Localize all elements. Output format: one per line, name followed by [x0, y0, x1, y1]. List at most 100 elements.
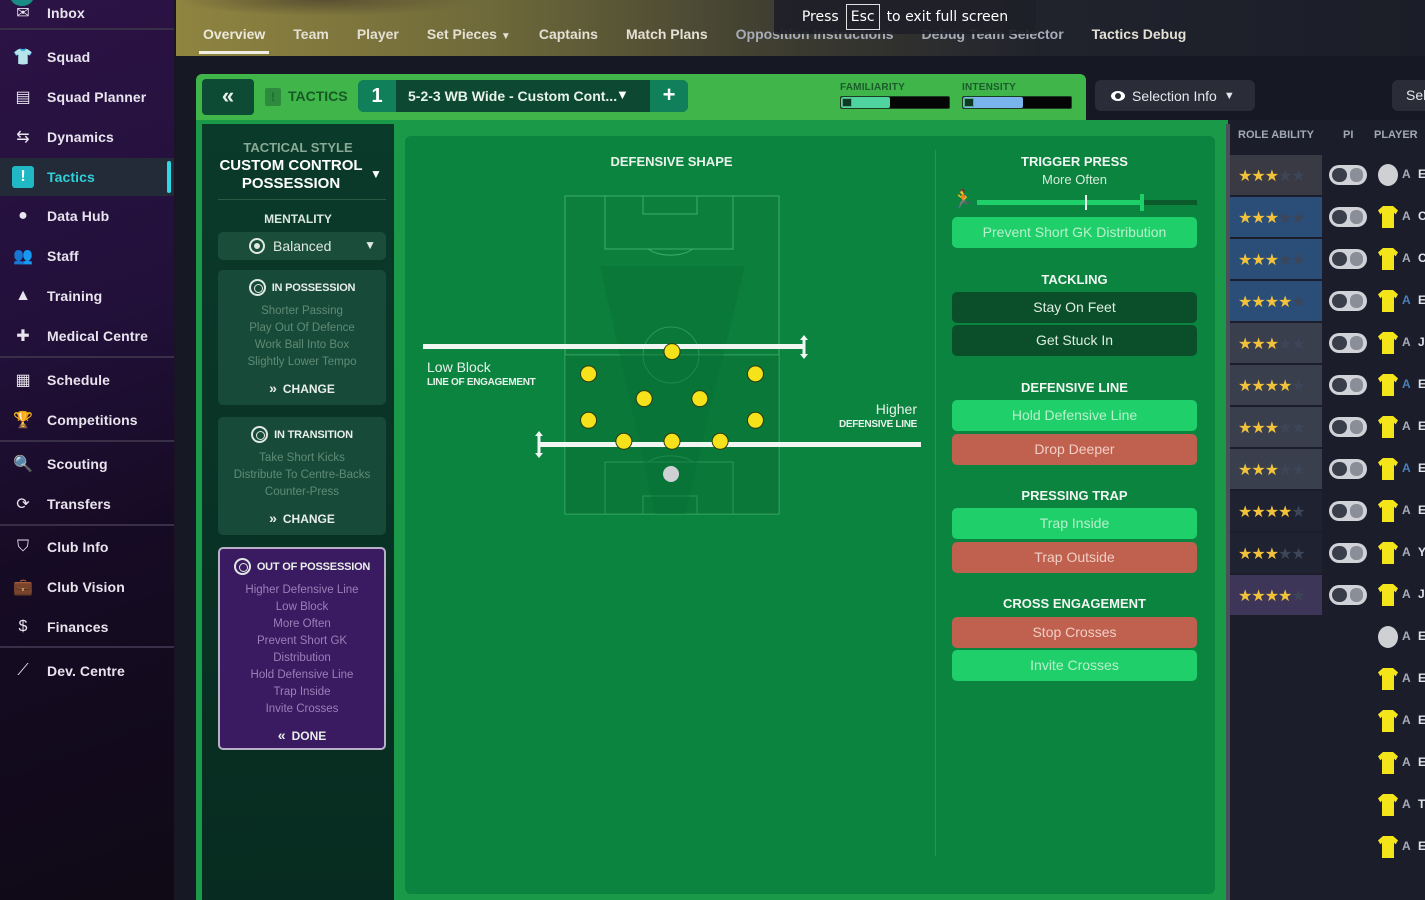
in-possession-change-button[interactable]: » CHANGE: [218, 380, 386, 396]
player-name[interactable]: J: [1418, 587, 1425, 601]
sidebar-item-squad-planner[interactable]: ▤ Squad Planner: [0, 78, 174, 116]
tab-set-pieces[interactable]: Set Pieces ▼: [427, 22, 511, 48]
player-row[interactable]: ★★★★★ A J: [1230, 323, 1425, 363]
player-marker-lw[interactable]: [580, 365, 598, 383]
player-row[interactable]: AE: [1230, 701, 1425, 741]
player-row[interactable]: AE: [1230, 827, 1425, 867]
player-marker-cb[interactable]: [615, 432, 633, 450]
player-name[interactable]: E: [1418, 167, 1425, 181]
get-stuck-in-option[interactable]: Get Stuck In: [952, 325, 1197, 356]
player-name[interactable]: E: [1418, 671, 1425, 685]
player-row[interactable]: ★★★★★ A Y: [1230, 533, 1425, 573]
pi-header[interactable]: PI: [1343, 129, 1353, 141]
player-marker-cm[interactable]: [691, 390, 709, 408]
player-name[interactable]: Y: [1418, 545, 1425, 559]
mentality-dropdown[interactable]: Balanced ▼: [218, 232, 386, 260]
player-name[interactable]: E: [1418, 755, 1425, 769]
player-name[interactable]: E: [1418, 293, 1425, 307]
player-instructions-toggle[interactable]: [1329, 291, 1367, 311]
tab-team[interactable]: Team: [293, 22, 329, 48]
tactic-selector[interactable]: 1 5-2-3 WB Wide - Custom Cont... ▼ +: [358, 80, 688, 112]
sidebar-item-club-info[interactable]: ⛉ Club Info: [0, 528, 174, 566]
player-marker-rw[interactable]: [746, 365, 764, 383]
tab-match-plans[interactable]: Match Plans: [626, 22, 708, 48]
player-marker-cm[interactable]: [635, 390, 653, 408]
in-transition-change-button[interactable]: » CHANGE: [218, 510, 386, 526]
sidebar-item-finances[interactable]: $ Finances: [0, 608, 174, 646]
tab-captains[interactable]: Captains: [539, 22, 598, 48]
player-row[interactable]: ★★★★★ A J: [1230, 575, 1425, 615]
sidebar-item-squad[interactable]: 👕 Squad: [0, 38, 174, 76]
player-instructions-toggle[interactable]: [1329, 459, 1367, 479]
tactic-slot-number[interactable]: 1: [358, 80, 396, 112]
player-instructions-toggle[interactable]: [1329, 333, 1367, 353]
player-instructions-toggle[interactable]: [1329, 585, 1367, 605]
drop-deeper-option[interactable]: Drop Deeper: [952, 434, 1197, 465]
player-name[interactable]: E: [1418, 377, 1425, 391]
player-name[interactable]: E: [1418, 503, 1425, 517]
sidebar-item-scouting[interactable]: 🔍 Scouting: [0, 445, 174, 483]
player-instructions-toggle[interactable]: [1329, 501, 1367, 521]
role-ability-header[interactable]: ROLE ABILITY: [1238, 129, 1314, 141]
player-instructions-toggle[interactable]: [1329, 375, 1367, 395]
chevron-down-icon[interactable]: ▼: [616, 87, 629, 102]
player-marker-cb[interactable]: [663, 432, 681, 450]
player-row[interactable]: AT: [1230, 785, 1425, 825]
tab-overview[interactable]: Overview: [198, 22, 270, 54]
player-name[interactable]: E: [1418, 713, 1425, 727]
sidebar-item-tactics[interactable]: ! Tactics: [0, 158, 174, 196]
player-row[interactable]: ★★★★★ A E: [1230, 281, 1425, 321]
player-name[interactable]: J: [1418, 335, 1425, 349]
sidebar-item-inbox[interactable]: ✉Inbox6: [0, 0, 174, 32]
player-instructions-toggle[interactable]: [1329, 165, 1367, 185]
tab-player[interactable]: Player: [357, 22, 399, 48]
sidebar-item-medical-centre[interactable]: ✚ Medical Centre: [0, 317, 174, 355]
trap-outside-option[interactable]: Trap Outside: [952, 542, 1197, 573]
in-transition-card[interactable]: IN TRANSITION Take Short Kicks Distribut…: [218, 417, 386, 535]
sidebar-item-transfers[interactable]: ⟳ Transfers: [0, 485, 174, 523]
familiarity-meter[interactable]: FAMILIARITY: [840, 82, 950, 109]
out-of-possession-done-button[interactable]: « DONE: [220, 727, 384, 743]
player-instructions-toggle[interactable]: [1329, 543, 1367, 563]
player-row[interactable]: ★★★★★ A E: [1230, 155, 1425, 195]
trigger-press-slider[interactable]: [977, 194, 1197, 211]
sidebar-item-schedule[interactable]: ▦ Schedule: [0, 361, 174, 399]
player-row[interactable]: ★★★★★ A E: [1230, 365, 1425, 405]
invite-crosses-option[interactable]: Invite Crosses: [952, 650, 1197, 681]
hold-defensive-line-option[interactable]: Hold Defensive Line: [952, 400, 1197, 431]
intensity-meter[interactable]: INTENSITY: [962, 82, 1072, 109]
player-name[interactable]: E: [1418, 419, 1425, 433]
tactical-style-value[interactable]: CUSTOM CONTROL POSSESSION: [202, 157, 394, 193]
player-instructions-toggle[interactable]: [1329, 249, 1367, 269]
player-row[interactable]: ★★★★★ A E: [1230, 449, 1425, 489]
player-marker-st[interactable]: [663, 343, 681, 361]
in-possession-card[interactable]: IN POSSESSION Shorter Passing Play Out O…: [218, 270, 386, 405]
player-name[interactable]: E: [1418, 461, 1425, 475]
player-row[interactable]: ★★★★★ A C: [1230, 197, 1425, 237]
stay-on-feet-option[interactable]: Stay On Feet: [952, 292, 1197, 323]
trap-inside-option[interactable]: Trap Inside: [952, 508, 1197, 539]
player-header[interactable]: PLAYER: [1374, 129, 1418, 141]
player-instructions-toggle[interactable]: [1329, 417, 1367, 437]
sidebar-item-dev-centre[interactable]: ⟋ Dev. Centre: [0, 652, 174, 690]
player-name[interactable]: E: [1418, 629, 1425, 643]
player-instructions-toggle[interactable]: [1329, 207, 1367, 227]
sidebar-item-competitions[interactable]: 🏆 Competitions: [0, 401, 174, 439]
stop-crosses-option[interactable]: Stop Crosses: [952, 617, 1197, 648]
player-row[interactable]: ★★★★★ A E: [1230, 491, 1425, 531]
chevron-down-icon[interactable]: ▼: [370, 167, 382, 181]
player-row[interactable]: ★★★★★ A E: [1230, 407, 1425, 447]
goalkeeper-marker[interactable]: [663, 466, 679, 482]
player-name[interactable]: C: [1418, 251, 1425, 265]
player-row[interactable]: AE: [1230, 743, 1425, 783]
player-name[interactable]: T: [1418, 797, 1425, 811]
player-row[interactable]: ★★★★★ A C: [1230, 239, 1425, 279]
player-name[interactable]: E: [1418, 839, 1425, 853]
add-tactic-button[interactable]: +: [650, 80, 688, 112]
trigger-press-handle[interactable]: [1140, 194, 1144, 211]
player-marker-lwb[interactable]: [580, 411, 598, 429]
sidebar-item-club-vision[interactable]: 💼 Club Vision: [0, 568, 174, 606]
out-of-possession-card[interactable]: OUT OF POSSESSION Higher Defensive Line …: [218, 547, 386, 750]
sidebar-item-data-hub[interactable]: ● Data Hub: [0, 197, 174, 235]
sidebar-item-staff[interactable]: 👥 Staff: [0, 237, 174, 275]
